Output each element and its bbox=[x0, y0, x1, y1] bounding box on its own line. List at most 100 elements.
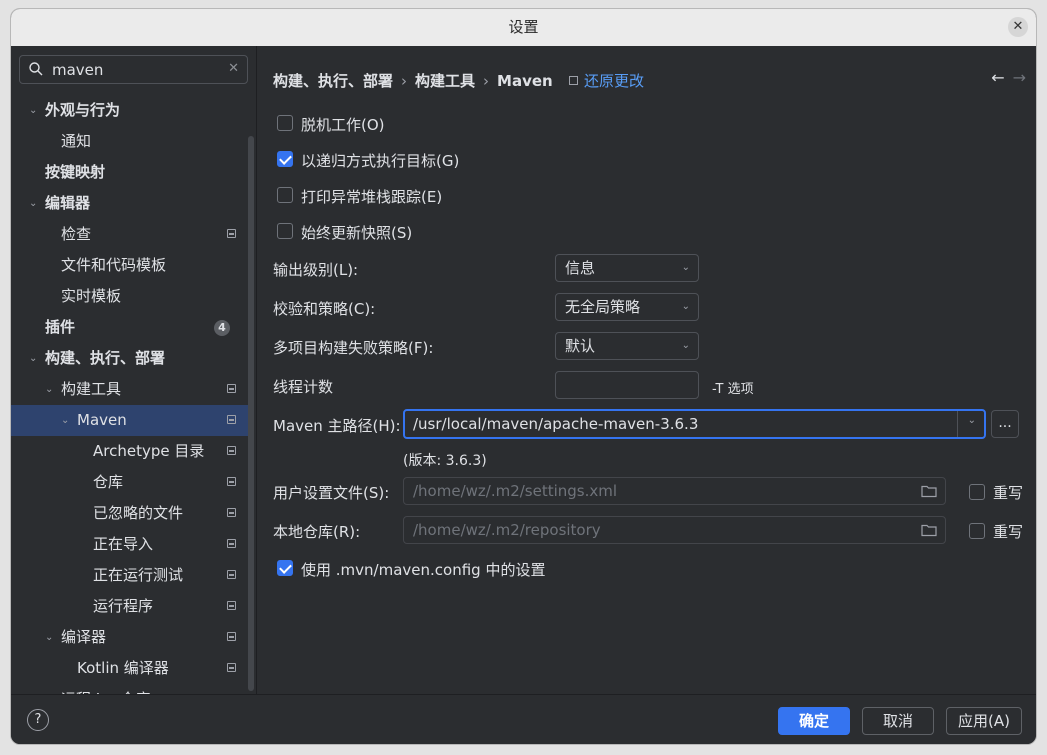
main-panel: 构建、执行、部署 › 构建工具 › Maven 还原更改 ← → 脱机工作(O) 以递归方… bbox=[257, 46, 1036, 694]
project-scope-icon bbox=[227, 601, 236, 610]
search-input[interactable]: maven ✕ bbox=[19, 55, 248, 84]
tree-item[interactable]: ⌄ 编辑器 bbox=[11, 188, 248, 219]
tree-item-label: 插件 bbox=[45, 318, 76, 336]
checkbox-label: 脱机工作(O) bbox=[301, 116, 385, 134]
tree-item[interactable]: 已忽略的文件 bbox=[11, 498, 248, 529]
project-scope-icon bbox=[227, 384, 236, 393]
project-scope-icon bbox=[227, 632, 236, 641]
checkbox-label: 重写 bbox=[993, 484, 1024, 502]
tree-item[interactable]: Archetype 目录 bbox=[11, 436, 248, 467]
clear-search-icon[interactable]: ✕ bbox=[228, 61, 239, 76]
tree-item[interactable]: 检查 bbox=[11, 219, 248, 250]
folder-icon[interactable] bbox=[921, 523, 937, 537]
ok-button[interactable]: 确定 bbox=[778, 707, 850, 735]
close-button[interactable]: ✕ bbox=[1008, 17, 1028, 37]
chevron-down-icon: ⌄ bbox=[681, 262, 690, 273]
output-level-select[interactable]: 信息 ⌄ bbox=[555, 254, 699, 282]
breadcrumb-item[interactable]: 构建、执行、部署 bbox=[273, 70, 393, 91]
search-icon bbox=[29, 62, 43, 76]
tree-item-label: 通知 bbox=[61, 132, 92, 150]
tree-item[interactable]: ⌄ 构建、执行、部署 bbox=[11, 343, 248, 374]
title-bar: 设置 ✕ bbox=[11, 9, 1036, 46]
sidebar: maven ✕ ⌄ 外观与行为通知按键映射 ⌄ 编辑器检查文件和代码模板 实时模板 插件 4… bbox=[11, 46, 257, 694]
breadcrumb-item: Maven bbox=[497, 72, 553, 90]
checksum-policy-select[interactable]: 无全局策略 ⌄ bbox=[555, 293, 699, 321]
tree-item[interactable]: Kotlin 编译器 bbox=[11, 653, 248, 684]
tree-item[interactable]: 远程 Jar 仓库 bbox=[11, 684, 248, 694]
user-settings-label: 用户设置文件(S): bbox=[273, 484, 390, 502]
tree-item[interactable]: 仓库 bbox=[11, 467, 248, 498]
chevron-down-icon[interactable]: ⌄ bbox=[29, 343, 39, 364]
back-arrow-icon[interactable]: ← bbox=[991, 68, 1004, 87]
tree-item[interactable]: 通知 bbox=[11, 126, 248, 157]
combo-divider bbox=[957, 411, 958, 437]
tree-item-label: 正在运行测试 bbox=[93, 566, 184, 584]
tree-item[interactable]: 正在导入 bbox=[11, 529, 248, 560]
folder-icon[interactable] bbox=[921, 484, 937, 498]
tree-item[interactable]: 文件和代码模板 bbox=[11, 250, 248, 281]
settings-tree: ⌄ 外观与行为通知按键映射 ⌄ 编辑器检查文件和代码模板 实时模板 插件 4 ⌄ 构建、执行、部… bbox=[11, 95, 248, 694]
browse-maven-home-button[interactable]: ... bbox=[991, 410, 1019, 438]
tree-item-label: Kotlin 编译器 bbox=[77, 659, 169, 677]
thread-count-input[interactable] bbox=[555, 371, 699, 399]
chevron-down-icon[interactable]: ⌄ bbox=[29, 188, 39, 209]
chevron-down-icon[interactable]: ⌄ bbox=[968, 415, 976, 426]
checkbox-box bbox=[277, 115, 293, 131]
checksum-policy-label: 校验和策略(C): bbox=[273, 300, 376, 318]
sidebar-scrollbar[interactable] bbox=[248, 136, 254, 691]
tree-item-label: Maven bbox=[77, 411, 127, 429]
user-settings-input[interactable]: /home/wz/.m2/settings.xml bbox=[403, 477, 946, 505]
maven-version: (版本: 3.6.3) bbox=[403, 453, 487, 469]
cancel-button[interactable]: 取消 bbox=[862, 707, 934, 735]
tree-item[interactable]: ⌄ 构建工具 bbox=[11, 374, 248, 405]
multiproject-policy-label: 多项目构建失败策略(F): bbox=[273, 339, 434, 357]
tree-item[interactable]: ⌄ Maven bbox=[11, 405, 248, 436]
maven-home-value: /usr/local/maven/apache-maven-3.6.3 bbox=[413, 415, 699, 433]
project-scope-icon bbox=[227, 415, 236, 424]
reset-changes-link[interactable]: 还原更改 bbox=[569, 70, 644, 91]
help-button[interactable]: ? bbox=[27, 709, 49, 731]
tree-item-label: 仓库 bbox=[93, 473, 124, 491]
local-repo-placeholder: /home/wz/.m2/repository bbox=[413, 521, 601, 539]
tree-item-label: 外观与行为 bbox=[45, 101, 121, 119]
tree-item-label: 远程 Jar 仓库 bbox=[61, 684, 150, 694]
checkbox-box bbox=[277, 223, 293, 239]
apply-button[interactable]: 应用(A) bbox=[946, 707, 1022, 735]
maven-home-label: Maven 主路径(H): bbox=[273, 417, 401, 435]
maven-home-combo[interactable]: /usr/local/maven/apache-maven-3.6.3 ⌄ bbox=[403, 409, 986, 439]
project-scope-icon bbox=[227, 539, 236, 548]
project-scope-icon bbox=[227, 570, 236, 579]
forward-arrow-icon[interactable]: → bbox=[1013, 68, 1026, 87]
tree-item[interactable]: ⌄ 编译器 bbox=[11, 622, 248, 653]
chevron-down-icon[interactable]: ⌄ bbox=[29, 95, 39, 116]
close-icon: ✕ bbox=[1012, 19, 1024, 34]
checkbox-box bbox=[277, 560, 293, 576]
tree-item-label: 按键映射 bbox=[45, 163, 106, 181]
tree-item[interactable]: 运行程序 bbox=[11, 591, 248, 622]
tree-item[interactable]: 实时模板 bbox=[11, 281, 248, 312]
search-value: maven bbox=[52, 61, 104, 79]
tree-item[interactable]: 正在运行测试 bbox=[11, 560, 248, 591]
tree-item[interactable]: 插件 4 bbox=[11, 312, 248, 343]
checkbox-label: 重写 bbox=[993, 523, 1024, 541]
select-value: 无全局策略 bbox=[565, 298, 641, 316]
tree-item[interactable]: 按键映射 bbox=[11, 157, 248, 188]
chevron-down-icon[interactable]: ⌄ bbox=[45, 622, 55, 643]
breadcrumb-item[interactable]: 构建工具 bbox=[415, 70, 475, 91]
tree-item-label: 检查 bbox=[61, 225, 92, 243]
tree-item-label: 编辑器 bbox=[45, 194, 91, 212]
tree-item[interactable]: ⌄ 外观与行为 bbox=[11, 95, 248, 126]
chevron-down-icon: ⌄ bbox=[681, 340, 690, 351]
checkbox-box bbox=[969, 523, 985, 539]
project-scope-icon bbox=[227, 446, 236, 455]
tree-item-label: Archetype 目录 bbox=[93, 442, 205, 460]
tree-item-label: 构建工具 bbox=[61, 380, 122, 398]
settings-window: 设置 ✕ maven ✕ ⌄ 外观与行为通知按键映射 ⌄ 编辑器检查文件和代码模板 实时… bbox=[10, 8, 1037, 745]
output-level-label: 输出级别(L): bbox=[273, 261, 359, 279]
chevron-down-icon[interactable]: ⌄ bbox=[45, 374, 55, 395]
tree-item-label: 编译器 bbox=[61, 628, 107, 646]
nav-arrows: ← → bbox=[983, 68, 1026, 87]
chevron-down-icon[interactable]: ⌄ bbox=[61, 405, 71, 426]
local-repo-input[interactable]: /home/wz/.m2/repository bbox=[403, 516, 946, 544]
multiproject-policy-select[interactable]: 默认 ⌄ bbox=[555, 332, 699, 360]
